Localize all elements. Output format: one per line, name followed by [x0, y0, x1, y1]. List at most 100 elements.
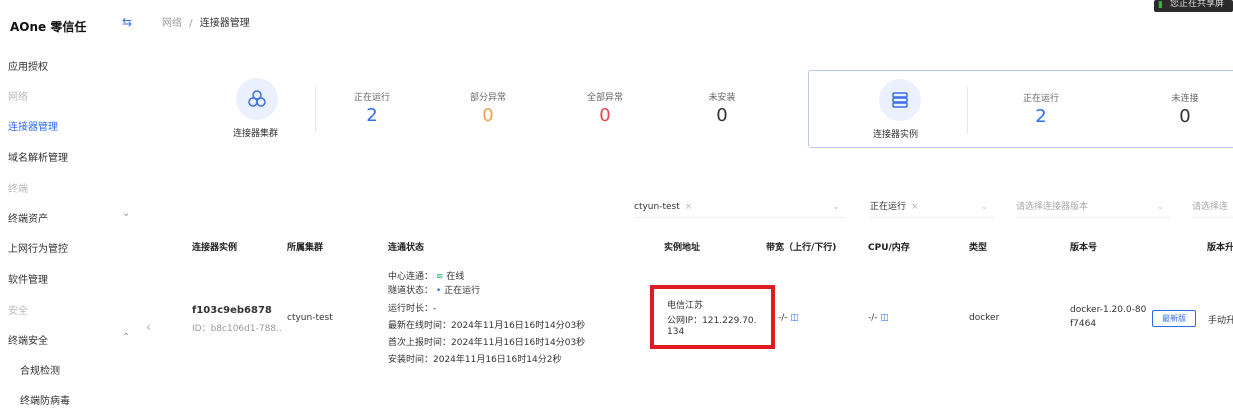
stat-label: 部分异常: [469, 93, 506, 103]
status-filter-select[interactable]: 正在运行 × ⌄: [870, 198, 994, 218]
cpu-mem-text: -/-: [868, 313, 878, 323]
screen-share-badge: ▮ 您正在共享屏: [1154, 0, 1233, 12]
stat-label: 正在运行: [353, 93, 390, 103]
cluster-stat-all-error[interactable]: 全部异常 0: [565, 90, 645, 126]
col-header-cluster: 所属集群: [287, 243, 324, 253]
instance-id: ID：b8c106d1-788..: [192, 324, 282, 334]
stat-value: 0: [599, 105, 611, 126]
chevron-down-icon[interactable]: ⌄: [122, 208, 130, 219]
instance-stat-disconnected[interactable]: 未连接 0: [1145, 91, 1225, 127]
sidebar-group-security: 安全: [8, 306, 28, 317]
chart-icon[interactable]: ◫: [790, 313, 799, 323]
chevron-down-icon: ⌄: [1156, 202, 1164, 212]
address-highlight-box: [650, 285, 775, 349]
instance-cluster: ctyun-test: [287, 313, 333, 323]
clear-icon[interactable]: ×: [685, 202, 693, 212]
stat-label: 正在运行: [1022, 94, 1059, 104]
stat-label: 未安装: [708, 93, 736, 103]
sidebar: AOne 零信任 ⇆ 应用授权 网络 连接器管理 域名解析管理 终端 终端资产 …: [0, 0, 160, 409]
status-filter-value: 正在运行: [870, 202, 907, 212]
latest-version-button[interactable]: 最新版: [1152, 310, 1196, 327]
server-stack-icon: [879, 79, 921, 121]
instance-name[interactable]: f103c9eb6878: [192, 305, 272, 316]
sidebar-item-antivirus[interactable]: 终端防病毒: [20, 392, 70, 407]
stat-value: 0: [716, 105, 728, 126]
sidebar-item-compliance[interactable]: 合规检测: [20, 362, 60, 377]
signal-bars-icon: ▮: [1158, 0, 1163, 10]
last-online-time: 最新在线时间：2024年11月16日16时14分03秒: [388, 321, 586, 331]
sidebar-item-terminal-security[interactable]: 终端安全: [8, 332, 48, 347]
version-filter-select[interactable]: 请选择连接器版本 ⌄: [1016, 198, 1170, 218]
sidebar-item-software[interactable]: 软件管理: [8, 271, 48, 286]
breadcrumb-separator: /: [189, 18, 193, 29]
first-report-time: 首次上报时间：2024年11月16日16时14分03秒: [388, 338, 586, 348]
divider: [315, 86, 316, 132]
sidebar-item-connector[interactable]: 连接器管理: [8, 118, 58, 133]
version-line1: docker-1.20.0-80: [1070, 305, 1147, 315]
cluster-stat-not-installed[interactable]: 未安装 0: [682, 90, 762, 126]
stat-label: 未连接: [1171, 94, 1199, 104]
cluster-stat-partial-error[interactable]: 部分异常 0: [448, 90, 528, 126]
center-value: 在线: [446, 272, 465, 282]
cluster-filter-select[interactable]: ctyun-test × ⌄: [634, 198, 846, 218]
connector-instance-card[interactable]: 连接器实例 正在运行 2 未连接 0: [808, 70, 1233, 148]
chevron-left-icon[interactable]: ‹: [146, 320, 151, 334]
sidebar-group-network: 网络: [8, 92, 28, 103]
brand-title: AOne 零信任: [10, 20, 87, 34]
sidebar-item-terminal-assets[interactable]: 终端资产: [8, 210, 48, 225]
version-line2: f7464: [1070, 319, 1097, 329]
screen-share-text: 您正在共享屏: [1170, 0, 1225, 9]
version-filter-placeholder: 请选择连接器版本: [1016, 202, 1089, 212]
col-header-bandwidth: 带宽（上行/下行): [766, 243, 837, 253]
stat-label: 全部异常: [586, 93, 623, 103]
bandwidth-text: -/-: [778, 313, 788, 323]
center-connectivity: 中心连通： ≋ 在线: [388, 269, 464, 282]
cpu-mem-value: -/- ◫: [868, 313, 889, 323]
col-header-status: 连通状态: [388, 243, 425, 253]
upgrade-mode: 手动升: [1208, 316, 1233, 326]
breadcrumb: 网络 / 连接器管理: [162, 14, 250, 29]
cluster-icon: [236, 78, 278, 120]
bandwidth-value: -/- ◫: [778, 313, 799, 323]
stat-value: 0: [1179, 106, 1191, 127]
col-header-address: 实例地址: [664, 243, 701, 253]
col-header-upgrade: 版本升: [1207, 243, 1233, 253]
col-header-cpu-mem: CPU/内存: [868, 243, 910, 253]
cluster-stat-running[interactable]: 正在运行 2: [332, 90, 412, 126]
divider: [967, 87, 968, 133]
breadcrumb-parent[interactable]: 网络: [162, 18, 182, 29]
cluster-card-label: 连接器集群: [233, 129, 279, 139]
collapse-menu-icon[interactable]: ⇆: [122, 15, 132, 29]
breadcrumb-current: 连接器管理: [199, 18, 250, 29]
chevron-down-icon: ⌄: [980, 202, 988, 212]
sidebar-item-web-control[interactable]: 上网行为管控: [8, 240, 68, 255]
instance-type: docker: [969, 313, 1000, 323]
wifi-icon: ≋: [435, 272, 444, 282]
tunnel-status: 隧道状态： • 正在运行: [388, 283, 480, 296]
cluster-filter-value: ctyun-test: [634, 202, 680, 212]
more-filter-select[interactable]: 请选择连: [1192, 198, 1233, 218]
tunnel-value: 正在运行: [444, 286, 481, 296]
instance-card-label: 连接器实例: [873, 130, 919, 140]
col-header-instance: 连接器实例: [192, 243, 238, 253]
chart-icon[interactable]: ◫: [880, 313, 889, 323]
tunnel-label: 隧道状态：: [388, 286, 434, 296]
chevron-up-icon[interactable]: ⌃: [122, 332, 130, 343]
more-filter-placeholder: 请选择连: [1192, 202, 1229, 212]
sidebar-item-dns[interactable]: 域名解析管理: [8, 149, 68, 164]
runtime: 运行时长：-: [388, 304, 437, 314]
sidebar-group-terminal: 终端: [8, 184, 28, 195]
center-label: 中心连通：: [388, 272, 434, 282]
sidebar-item-app-auth[interactable]: 应用授权: [8, 58, 48, 73]
col-header-type: 类型: [969, 243, 988, 253]
stat-value: 0: [482, 105, 494, 126]
install-time: 安装时间：2024年11月16日16时14分2秒: [388, 355, 562, 365]
status-dot-icon: •: [435, 286, 442, 296]
stat-value: 2: [366, 105, 378, 126]
stat-value: 2: [1035, 106, 1047, 127]
clear-icon[interactable]: ×: [911, 202, 919, 212]
col-header-version: 版本号: [1070, 243, 1098, 253]
instance-stat-running[interactable]: 正在运行 2: [1001, 91, 1081, 127]
connector-cluster-card: 连接器集群 正在运行 2 部分异常 0 全部异常 0 未安装 0: [190, 70, 780, 148]
chevron-down-icon: ⌄: [832, 202, 840, 212]
